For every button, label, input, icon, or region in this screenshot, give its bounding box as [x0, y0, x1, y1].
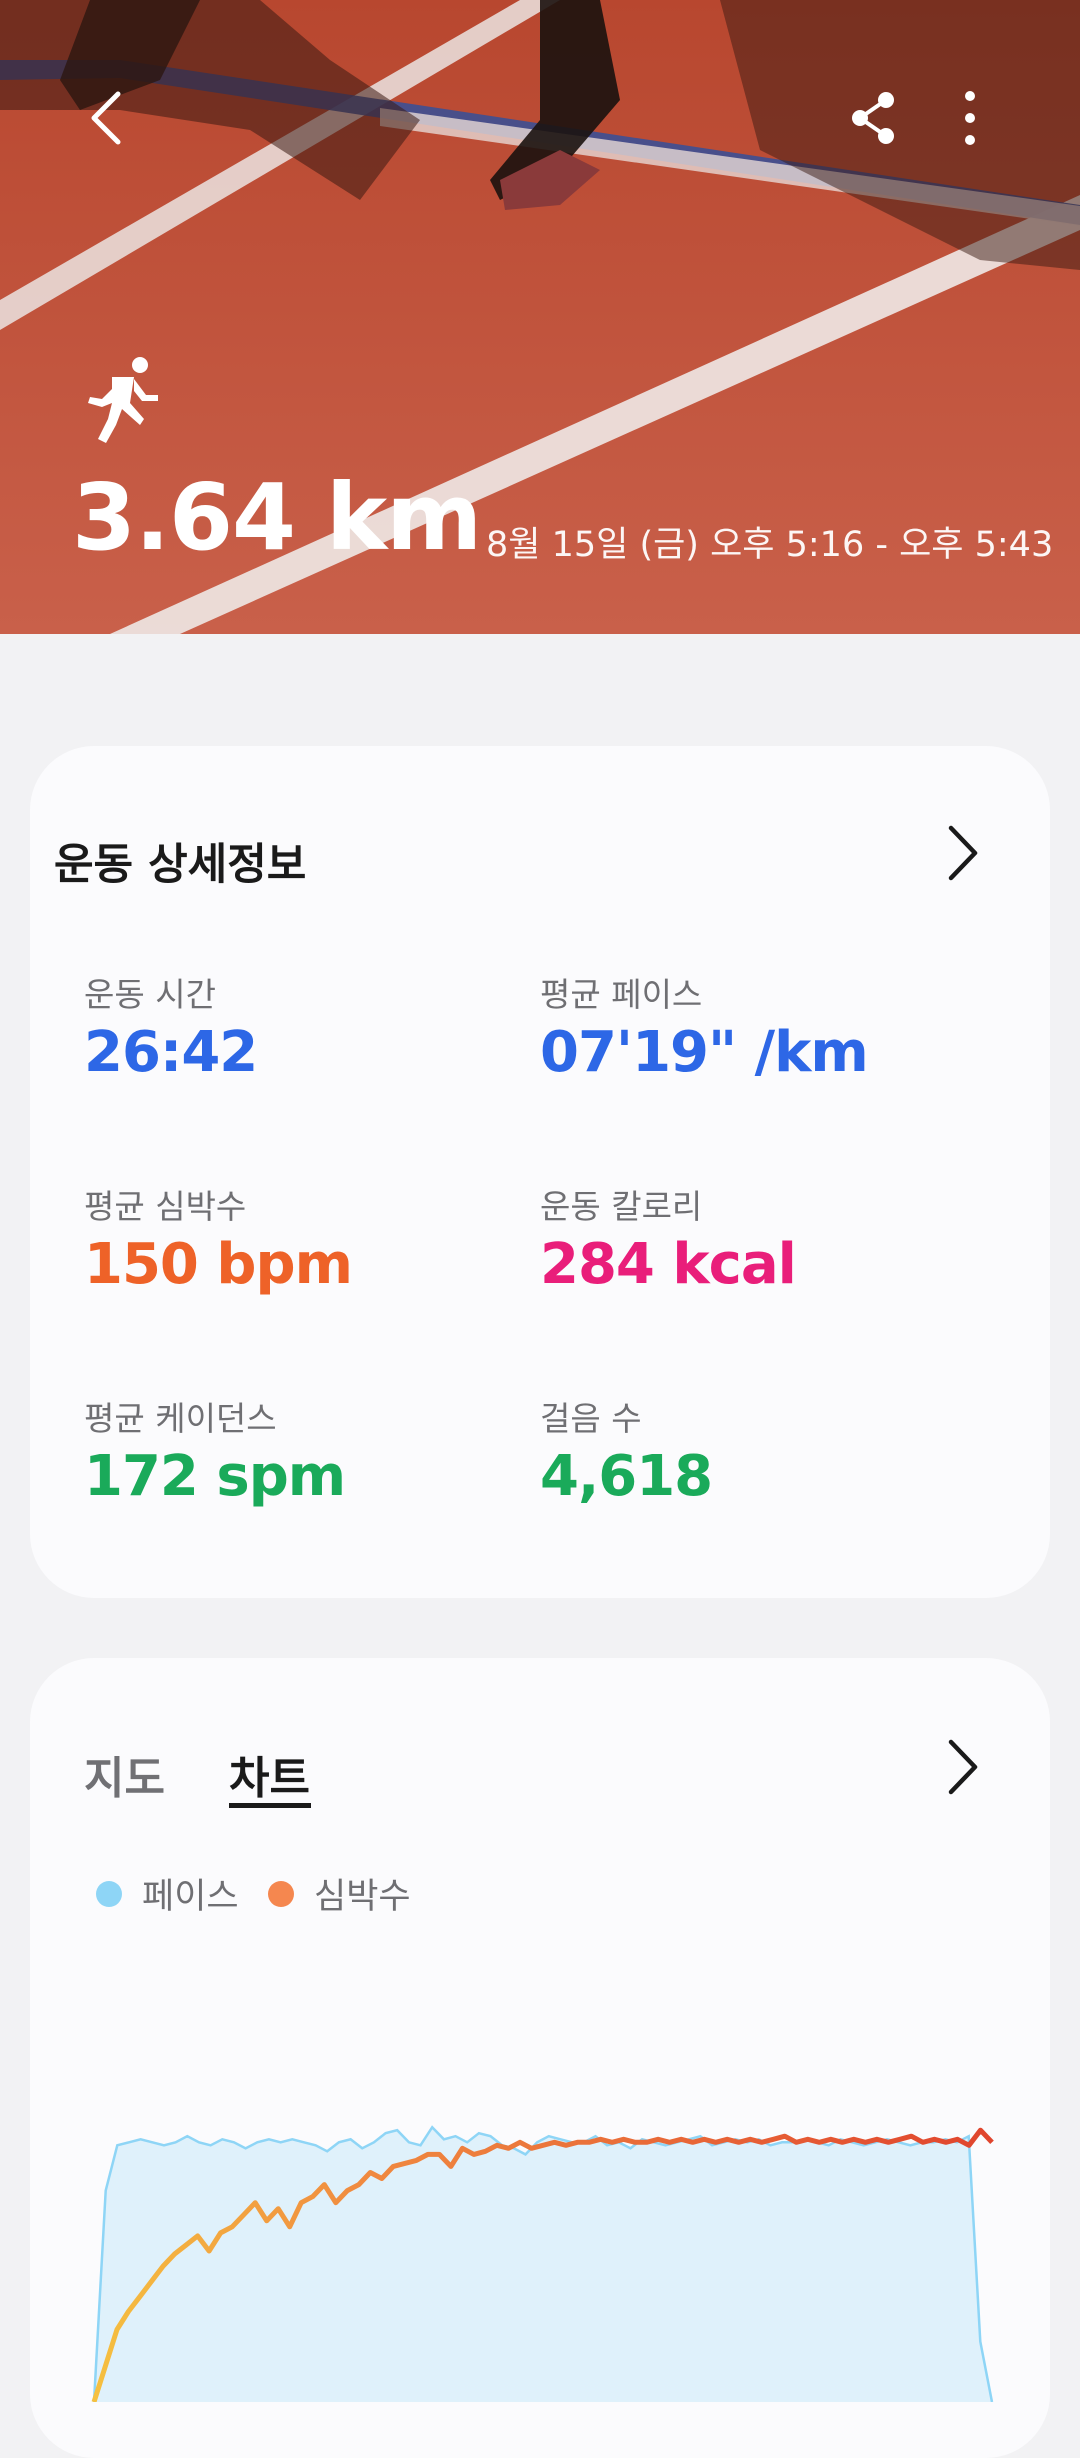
- legend-heart-rate: 심박수: [268, 1868, 411, 1919]
- chart-more-button[interactable]: [932, 1732, 992, 1802]
- workout-details-more-button[interactable]: [932, 818, 992, 888]
- tab-chart[interactable]: 차트: [229, 1742, 310, 1806]
- metric-label-avg-pace: 평균 페이스: [540, 975, 703, 1014]
- chevron-right-icon: [948, 1739, 978, 1795]
- legend-label-pace: 페이스: [142, 1877, 239, 1917]
- share-button[interactable]: [833, 78, 913, 158]
- share-icon: [852, 92, 894, 144]
- metric-value-avg-cadence: 172 spm: [84, 1444, 346, 1509]
- metric-value-steps: 4,618: [540, 1444, 713, 1509]
- tab-map[interactable]: 지도: [84, 1742, 165, 1806]
- chevron-left-icon: [91, 91, 121, 145]
- metric-label-calories: 운동 칼로리: [540, 1187, 703, 1226]
- legend-pace: 페이스: [96, 1868, 239, 1919]
- legend-dot-heart-rate: [268, 1880, 294, 1907]
- active-tab-indicator: [229, 1803, 311, 1808]
- workout-details-title: 운동 상세정보: [54, 840, 307, 890]
- metric-value-avg-heart-rate: 150 bpm: [84, 1232, 353, 1297]
- back-button[interactable]: [66, 78, 146, 158]
- hero-banner: 3.64 km 8월 15일 (금) 오후 5:16 - 오후 5:43: [0, 0, 1080, 634]
- metric-label-steps: 걸음 수: [540, 1399, 642, 1438]
- metric-value-avg-pace: 07'19" /km: [540, 1020, 869, 1085]
- metric-label-duration: 운동 시간: [84, 975, 216, 1014]
- pace-area: [94, 2127, 992, 2402]
- metric-label-avg-cadence: 평균 케이던스: [84, 1399, 277, 1438]
- running-icon: [88, 357, 158, 443]
- metric-value-duration: 26:42: [84, 1020, 258, 1085]
- chevron-right-icon: [948, 825, 978, 881]
- legend-dot-pace: [96, 1880, 122, 1907]
- pace-heart-rate-chart: [91, 2125, 994, 2402]
- more-vertical-icon: [965, 91, 975, 145]
- legend-label-heart-rate: 심박수: [314, 1877, 411, 1917]
- more-options-button[interactable]: [930, 78, 1010, 158]
- metric-label-avg-heart-rate: 평균 심박수: [84, 1187, 247, 1226]
- metric-value-calories: 284 kcal: [540, 1232, 797, 1297]
- total-distance: 3.64 km: [72, 464, 482, 571]
- workout-date-range: 8월 15일 (금) 오후 5:16 - 오후 5:43: [486, 525, 1054, 565]
